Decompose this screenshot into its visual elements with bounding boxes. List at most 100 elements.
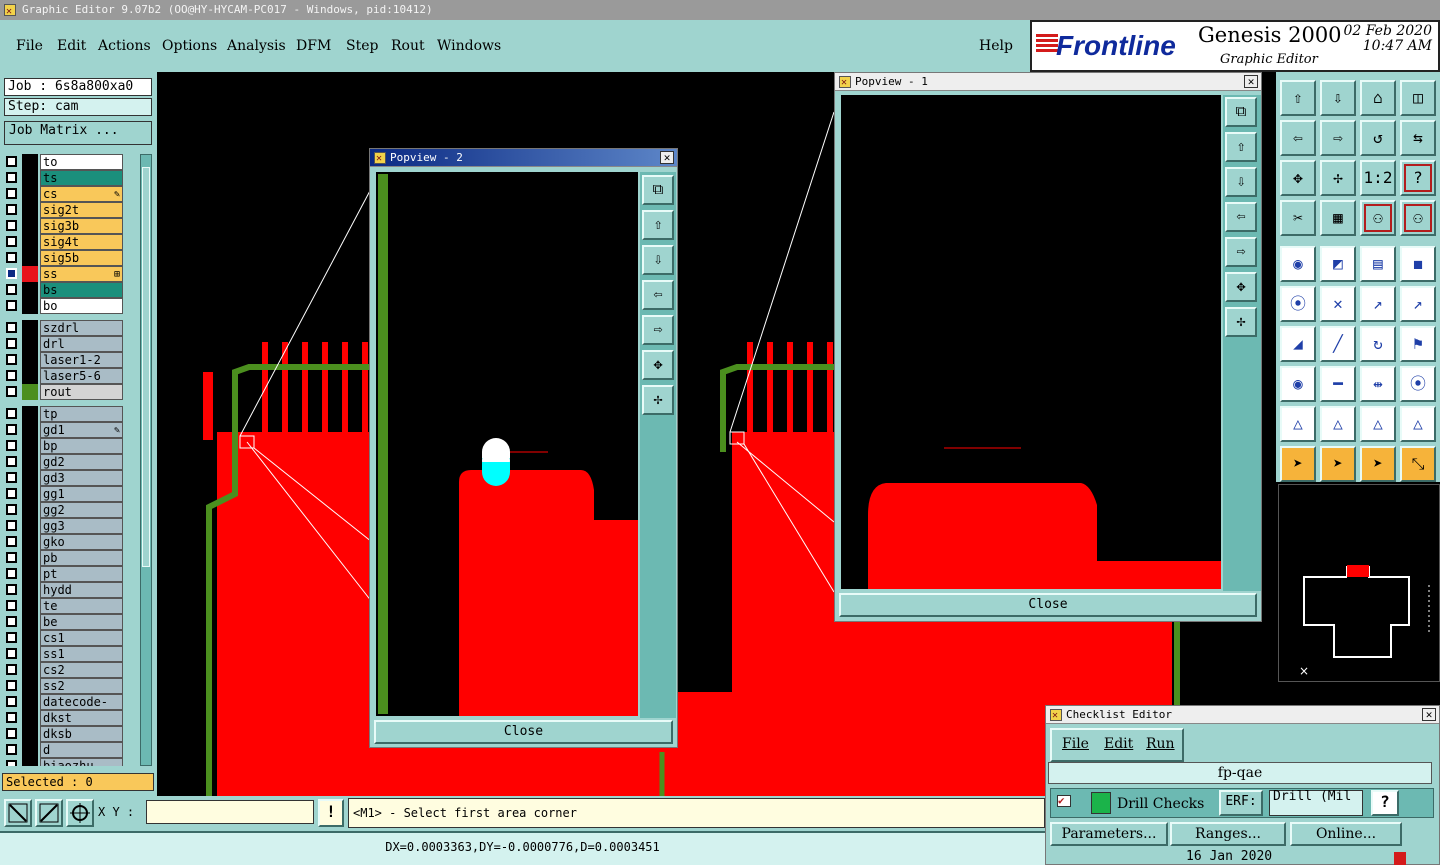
layer-row-gg2[interactable]: gg2 xyxy=(4,502,138,518)
layer-name[interactable]: datecode-pbe xyxy=(40,694,123,724)
layer-row-gd1[interactable]: gd1 ✎ xyxy=(4,422,138,438)
layer-name[interactable]: drl xyxy=(40,336,123,352)
layer-name[interactable]: tp xyxy=(40,406,123,422)
layer-color-swatch[interactable] xyxy=(22,710,38,726)
tool-help-button[interactable]: ? xyxy=(1400,160,1436,196)
layer-color-swatch[interactable] xyxy=(22,384,38,400)
layer-color-swatch[interactable] xyxy=(22,218,38,234)
layer-color-swatch[interactable] xyxy=(22,470,38,486)
popview-zoom-in-button[interactable]: ⇧ xyxy=(642,210,674,240)
layer-color-swatch[interactable] xyxy=(22,352,38,368)
tool-tri-4-button[interactable]: △ xyxy=(1400,406,1436,442)
popview-center-button[interactable]: ✢ xyxy=(642,385,674,415)
tool-pointer-2-button[interactable]: ➤ xyxy=(1320,446,1356,482)
layer-checkbox[interactable] xyxy=(6,268,17,279)
layer-checkbox[interactable] xyxy=(6,472,17,483)
layer-row-bo[interactable]: bo xyxy=(4,298,138,314)
tool-cut-button[interactable]: ✂ xyxy=(1280,200,1316,236)
layer-name[interactable]: cs2 xyxy=(40,662,123,678)
tool-line-2-button[interactable]: ╱ xyxy=(1320,326,1356,362)
item-check-icon[interactable]: ✔ xyxy=(1057,795,1071,807)
parameters-button[interactable]: Parameters... xyxy=(1050,822,1168,846)
layer-color-swatch[interactable] xyxy=(22,550,38,566)
popview-2-close-button[interactable]: Close xyxy=(374,720,673,744)
layer-name[interactable]: gg2 xyxy=(40,502,123,518)
layer-checkbox[interactable] xyxy=(6,456,17,467)
layer-name[interactable]: biaozhu xyxy=(40,758,123,766)
ranges-button[interactable]: Ranges... xyxy=(1170,822,1286,846)
layer-name[interactable]: laser1-2 xyxy=(40,352,123,368)
layer-name[interactable]: sig3b xyxy=(40,218,123,234)
layer-row-bp[interactable]: bp xyxy=(4,438,138,454)
layer-name[interactable]: bp xyxy=(40,438,123,454)
tool-pointer-3-button[interactable]: ➤ xyxy=(1360,446,1396,482)
popview-zoom-out-button[interactable]: ⇩ xyxy=(642,245,674,275)
layer-color-swatch[interactable] xyxy=(22,266,38,282)
layer-list-scrollbar[interactable] xyxy=(140,154,152,766)
layer-name[interactable]: to xyxy=(40,154,123,170)
layer-color-swatch[interactable] xyxy=(22,438,38,454)
layer-checkbox[interactable] xyxy=(6,220,17,231)
tool-arrow-1-button[interactable]: ↗ xyxy=(1360,286,1396,322)
tool-undo-button[interactable]: ↺ xyxy=(1360,120,1396,156)
layer-name[interactable]: be xyxy=(40,614,123,630)
layer-name[interactable]: sig5b xyxy=(40,250,123,266)
layer-name[interactable]: sig2t xyxy=(40,202,123,218)
layer-row-gg3[interactable]: gg3 xyxy=(4,518,138,534)
popview-center-button[interactable]: ✢ xyxy=(1225,307,1257,337)
layer-row-rout[interactable]: rout xyxy=(4,384,138,400)
layer-name[interactable]: dksb xyxy=(40,726,123,742)
menu-options[interactable]: Options xyxy=(162,38,217,54)
layer-row-te[interactable]: te xyxy=(4,598,138,614)
layer-checkbox[interactable] xyxy=(6,300,17,311)
layer-color-swatch[interactable] xyxy=(22,422,38,438)
layer-name[interactable]: laser5-6 xyxy=(40,368,123,384)
layer-color-swatch[interactable] xyxy=(22,368,38,384)
layer-name[interactable]: te xyxy=(40,598,123,614)
layer-color-swatch[interactable] xyxy=(22,646,38,662)
tool-home-button[interactable]: ⌂ xyxy=(1360,80,1396,116)
menu-rout[interactable]: Rout xyxy=(391,38,425,54)
alert-icon[interactable]: ! xyxy=(318,799,344,827)
menu-actions[interactable]: Actions xyxy=(98,38,151,54)
layer-row-biaozhu[interactable]: biaozhu xyxy=(4,758,138,766)
job-matrix-button[interactable]: Job Matrix ... xyxy=(4,121,152,145)
layer-row-hydd[interactable]: hydd xyxy=(4,582,138,598)
layer-row-ss2[interactable]: ss2 xyxy=(4,678,138,694)
layer-checkbox[interactable] xyxy=(6,386,17,397)
tool-grid-button[interactable]: ▦ xyxy=(1320,200,1356,236)
layer-name[interactable]: ts xyxy=(40,170,123,186)
layer-row-bs[interactable]: bs xyxy=(4,282,138,298)
layer-row-gd3[interactable]: gd3 xyxy=(4,470,138,486)
layer-checkbox[interactable] xyxy=(6,188,17,199)
tool-pan-left-button[interactable]: ⇦ xyxy=(1280,120,1316,156)
layer-color-swatch[interactable] xyxy=(22,502,38,518)
tool-flag-button[interactable]: ⚑ xyxy=(1400,326,1436,362)
layer-row-datecode-pbe[interactable]: datecode-pbe xyxy=(4,694,138,724)
layer-checkbox[interactable] xyxy=(6,204,17,215)
layer-color-swatch[interactable] xyxy=(22,320,38,336)
layer-checkbox[interactable] xyxy=(6,744,17,755)
layer-color-swatch[interactable] xyxy=(22,282,38,298)
layer-row-pb[interactable]: pb xyxy=(4,550,138,566)
tool-measure-2-button[interactable]: ⚇ xyxy=(1400,200,1436,236)
layer-row-gko[interactable]: gko xyxy=(4,534,138,550)
layer-row-sig5b[interactable]: sig5b xyxy=(4,250,138,266)
layer-checkbox[interactable] xyxy=(6,536,17,547)
popview-1-close-button[interactable]: Close xyxy=(839,593,1257,617)
layer-name[interactable]: bo xyxy=(40,298,123,314)
tool-fit-window-button[interactable]: ◫ xyxy=(1400,80,1436,116)
layer-name[interactable]: gd2 xyxy=(40,454,123,470)
layer-color-swatch[interactable] xyxy=(22,758,38,766)
layer-row-cs2[interactable]: cs2 xyxy=(4,662,138,678)
tool-span-button[interactable]: ⇹ xyxy=(1360,366,1396,402)
tool-cluster-button[interactable]: ⦿ xyxy=(1400,366,1436,402)
layer-checkbox[interactable] xyxy=(6,712,17,723)
tool-redo-button[interactable]: ⇆ xyxy=(1400,120,1436,156)
layer-color-swatch[interactable] xyxy=(22,154,38,170)
tool-angle-button[interactable]: ◢ xyxy=(1280,326,1316,362)
layer-color-swatch[interactable] xyxy=(22,662,38,678)
layer-checkbox[interactable] xyxy=(6,648,17,659)
layer-color-swatch[interactable] xyxy=(22,534,38,550)
tool-pan-right-button[interactable]: ⇨ xyxy=(1320,120,1356,156)
